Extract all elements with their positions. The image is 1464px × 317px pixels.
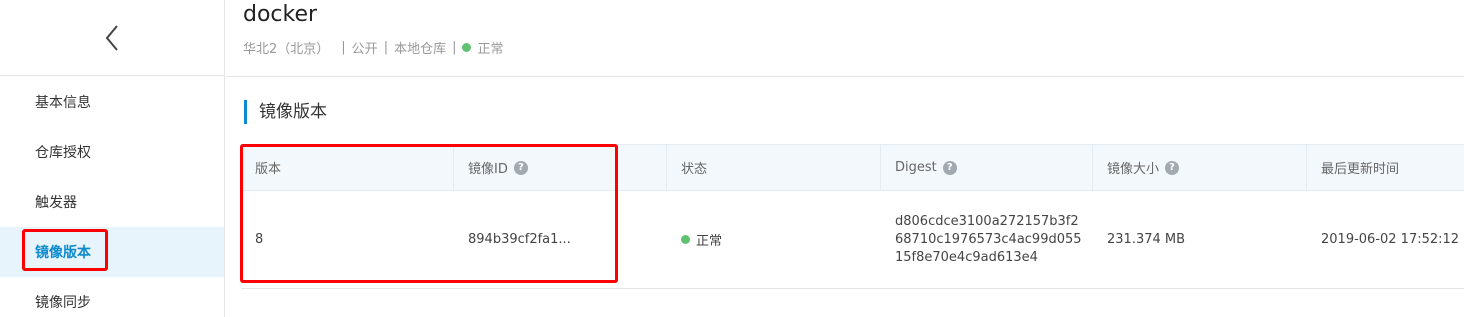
image-versions-table: 版本 镜像ID ? 状态 Digest ? 镜像大小 ? 最后更新时间 8 89… bbox=[241, 144, 1464, 289]
sidebar-item-image-versions[interactable]: 镜像版本 bbox=[0, 227, 224, 277]
digest-line: 68710c1976573c4ac99d055 bbox=[895, 231, 1082, 247]
column-label: 镜像ID bbox=[468, 162, 508, 177]
page-title: docker bbox=[243, 2, 318, 27]
question-circle-icon[interactable]: ? bbox=[513, 160, 528, 175]
column-label: 版本 bbox=[255, 162, 282, 177]
repo-detail-page: 基本信息 仓库授权 触发器 镜像版本 镜像同步 docker 华北2（北京） |… bbox=[0, 0, 1464, 317]
status-dot-icon bbox=[681, 235, 690, 244]
section-title: 镜像版本 bbox=[244, 100, 327, 124]
divider: | bbox=[383, 40, 389, 55]
digest-line: d806cdce3100a272157b3f2 bbox=[895, 213, 1079, 229]
cell-image-id: 894b39cf2fa1... bbox=[468, 232, 571, 247]
status-text: 正常 bbox=[696, 234, 723, 249]
column-label: 最后更新时间 bbox=[1321, 162, 1400, 177]
column-header-version: 版本 bbox=[241, 145, 454, 190]
repo-type: 本地仓库 bbox=[394, 42, 447, 57]
cell-status: 正常 bbox=[667, 191, 881, 288]
sidebar-item-label: 镜像版本 bbox=[35, 245, 91, 261]
sidebar-item-image-sync[interactable]: 镜像同步 bbox=[0, 277, 224, 317]
sidebar: 基本信息 仓库授权 触发器 镜像版本 镜像同步 bbox=[0, 0, 225, 317]
sidebar-item-label: 触发器 bbox=[35, 195, 77, 211]
sidebar-item-triggers[interactable]: 触发器 bbox=[0, 177, 224, 227]
repo-region: 华北2（北京） bbox=[243, 42, 330, 57]
column-header-digest: Digest ? bbox=[881, 145, 1093, 190]
question-circle-icon[interactable]: ? bbox=[1165, 160, 1180, 175]
repo-header: docker 华北2（北京） | 公开 | 本地仓库 | 正常 bbox=[226, 0, 1464, 77]
digest-text: d806cdce3100a272157b3f2 68710c1976573c4a… bbox=[895, 213, 1082, 267]
sidebar-item-label: 基本信息 bbox=[35, 95, 91, 111]
column-label: Digest bbox=[895, 160, 937, 175]
column-header-size: 镜像大小 ? bbox=[1093, 145, 1307, 190]
cell-size: 231.374 MB bbox=[1107, 232, 1186, 247]
divider: | bbox=[341, 40, 346, 55]
sidebar-item-repo-auth[interactable]: 仓库授权 bbox=[0, 127, 224, 177]
cell-updated: 2019-06-02 17:52:12 bbox=[1321, 232, 1460, 247]
back-button[interactable] bbox=[0, 0, 224, 76]
column-label: 状态 bbox=[681, 162, 708, 177]
digest-line: 15f8e70e4c9ad613e4 bbox=[895, 249, 1038, 265]
question-circle-icon[interactable]: ? bbox=[942, 160, 957, 175]
column-header-status: 状态 bbox=[667, 145, 881, 190]
repo-meta: 华北2（北京） | 公开 | 本地仓库 | 正常 bbox=[243, 38, 504, 57]
status-dot-icon bbox=[462, 43, 472, 52]
divider: | bbox=[452, 40, 457, 55]
repo-visibility: 公开 bbox=[351, 42, 378, 57]
repo-status: 正常 bbox=[477, 42, 504, 57]
sidebar-item-label: 镜像同步 bbox=[35, 295, 91, 311]
sidebar-item-basic-info[interactable]: 基本信息 bbox=[0, 77, 224, 127]
cell-version: 8 bbox=[255, 232, 264, 247]
column-header-updated: 最后更新时间 bbox=[1307, 145, 1464, 190]
table-header: 版本 镜像ID ? 状态 Digest ? 镜像大小 ? 最后更新时间 bbox=[241, 144, 1464, 191]
column-header-image-id: 镜像ID ? bbox=[454, 145, 667, 190]
sidebar-item-label: 仓库授权 bbox=[35, 145, 91, 161]
cell-digest: d806cdce3100a272157b3f2 68710c1976573c4a… bbox=[881, 191, 1093, 288]
table-row: 8 894b39cf2fa1... 正常 d806cdce3100a272157… bbox=[241, 191, 1464, 289]
chevron-left-icon[interactable] bbox=[104, 24, 120, 52]
column-label: 镜像大小 bbox=[1107, 162, 1160, 177]
